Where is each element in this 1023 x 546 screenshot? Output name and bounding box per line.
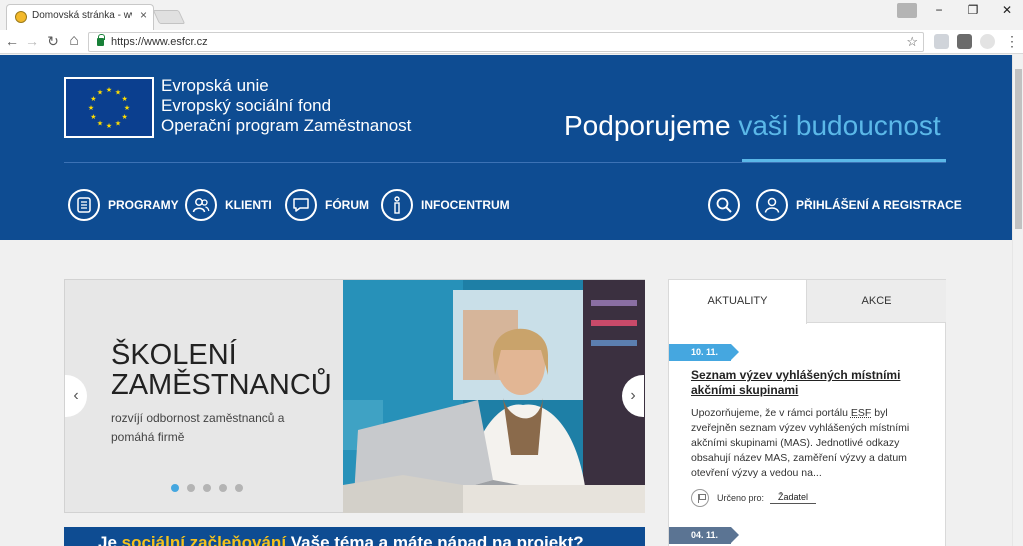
address-toolbar: ← → ↻ ⌂ https://www.esfcr.cz ☆ ⋮	[0, 30, 1023, 54]
nav-programy[interactable]: PROGRAMY	[68, 188, 179, 222]
news-body-part: Upozorňujeme, že v rámci portálu	[691, 407, 851, 419]
restore-button[interactable]: ❐	[960, 2, 986, 18]
extension-briefcase-icon[interactable]	[957, 34, 972, 49]
slide-title-line-1: ŠKOLENÍ	[111, 339, 237, 371]
audience-tag: Určeno pro: Žadatel	[691, 489, 817, 507]
browser-tab-bar: Domovská stránka - www × − ❐ ✕	[0, 0, 1023, 30]
slider-dot[interactable]	[171, 484, 179, 492]
eu-star-icon: ★	[88, 104, 94, 112]
eu-star-icon: ★	[90, 95, 96, 103]
promo-banner[interactable]: Je sociální začleňování Vaše téma a máte…	[64, 527, 645, 546]
eu-line-3: Operační program Zaměstnanost	[161, 116, 412, 135]
chat-bubble-icon	[285, 189, 317, 221]
news-body: Upozorňujeme, že v rámci portálu ESF byl…	[691, 406, 931, 481]
news-date-badge: 10. 11.	[669, 344, 739, 361]
profile-icon[interactable]	[897, 3, 917, 18]
header-divider	[64, 162, 946, 163]
browser-tab[interactable]: Domovská stránka - www ×	[6, 4, 154, 30]
browser-menu-icon[interactable]: ⋮	[1004, 33, 1020, 49]
login-registration-link[interactable]: PŘIHLÁŠENÍ A REGISTRACE	[756, 188, 962, 222]
slider-dot[interactable]	[235, 484, 243, 492]
scrollbar-thumb[interactable]	[1015, 69, 1022, 229]
slider-dots	[171, 484, 243, 492]
reload-icon[interactable]: ↻	[45, 33, 61, 49]
slider-prev-button[interactable]: ‹	[65, 375, 87, 417]
slogan: Podporujeme vaši budoucnost	[564, 110, 941, 142]
login-label: PŘIHLÁŠENÍ A REGISTRACE	[796, 198, 962, 212]
nav-klienti[interactable]: KLIENTI	[185, 188, 272, 222]
eu-flag-logo[interactable]: ★ ★ ★ ★ ★ ★ ★ ★ ★ ★ ★ ★	[64, 77, 154, 138]
hero-slider: ŠKOLENÍ ZAMĚSTNANCŮ rozvíjí odbornost za…	[64, 279, 645, 513]
page-scrollbar[interactable]	[1012, 55, 1023, 546]
url-text[interactable]: https://www.esfcr.cz	[111, 36, 208, 48]
document-list-icon	[68, 189, 100, 221]
esf-abbr[interactable]: ESF	[851, 407, 871, 419]
web-page: ★ ★ ★ ★ ★ ★ ★ ★ ★ ★ ★ ★ Evropská unie Evropský soci…	[0, 55, 1012, 546]
audience-label: Určeno pro:	[717, 493, 765, 503]
nav-infocentrum[interactable]: INFOCENTRUM	[381, 188, 510, 222]
slide-photo[interactable]	[343, 280, 645, 513]
banner-highlight: sociální začleňování	[121, 533, 287, 546]
slogan-part: Podporujeme	[564, 110, 739, 141]
eu-star-icon: ★	[90, 113, 96, 121]
slide-title[interactable]: ŠKOLENÍ ZAMĚSTNANCŮ	[111, 340, 332, 400]
news-title-link[interactable]: Seznam výzev vyhlášených místními akčním…	[691, 368, 927, 398]
extension-circle-icon[interactable]	[980, 34, 995, 49]
eu-logo-text[interactable]: Evropská unie Evropský sociální fond Ope…	[161, 76, 411, 136]
news-date-badge: 04. 11.	[669, 527, 739, 544]
eu-star-icon: ★	[121, 95, 127, 103]
eu-star-icon: ★	[124, 104, 130, 112]
woman-at-laptop-photo	[343, 280, 645, 513]
close-window-button[interactable]: ✕	[994, 2, 1020, 18]
favicon-icon	[15, 11, 27, 23]
eu-star-icon: ★	[97, 120, 103, 128]
info-icon	[381, 189, 413, 221]
slogan-highlight: vaši budoucnost	[738, 110, 941, 141]
search-icon	[708, 189, 740, 221]
eu-star-icon: ★	[106, 122, 112, 130]
nav-label: INFOCENTRUM	[421, 198, 510, 212]
tab-akce[interactable]: AKCE	[807, 280, 946, 323]
tab-title: Domovská stránka - www	[32, 10, 132, 21]
eu-star-icon: ★	[115, 120, 121, 128]
slider-dot[interactable]	[203, 484, 211, 492]
eu-star-icon: ★	[121, 113, 127, 121]
tab-aktuality[interactable]: AKTUALITY	[669, 280, 807, 324]
nav-label: FÓRUM	[325, 198, 369, 212]
slide-subtitle: rozvíjí odbornost zaměstnanců a pomáhá f…	[111, 411, 285, 444]
url-bar[interactable]: https://www.esfcr.cz ☆	[88, 32, 924, 52]
flag-icon	[691, 489, 709, 507]
banner-prefix: Je	[98, 533, 122, 546]
slider-dot[interactable]	[219, 484, 227, 492]
user-icon	[756, 189, 788, 221]
eu-line-1: Evropská unie	[161, 76, 269, 95]
nav-forum[interactable]: FÓRUM	[285, 188, 369, 222]
nav-label: KLIENTI	[225, 198, 272, 212]
lock-icon	[97, 34, 105, 46]
eu-stars-icon: ★ ★★★★★★★★★★★	[88, 86, 130, 130]
minimize-button[interactable]: −	[926, 2, 952, 18]
extension-translate-icon[interactable]	[934, 34, 949, 49]
eu-star-icon: ★	[97, 88, 103, 96]
tab-close-icon[interactable]: ×	[140, 8, 147, 22]
site-header: ★ ★ ★ ★ ★ ★ ★ ★ ★ ★ ★ ★ Evropská unie Evropský soci…	[0, 55, 1012, 240]
audience-value-link[interactable]: Žadatel	[770, 492, 817, 504]
nav-label: PROGRAMY	[108, 198, 179, 212]
banner-suffix: Vaše téma a máte nápad na projekt?	[286, 533, 584, 546]
users-icon	[185, 189, 217, 221]
new-tab-button[interactable]	[152, 10, 186, 24]
home-icon[interactable]: ⌂	[66, 33, 82, 49]
back-icon[interactable]: ←	[4, 33, 20, 49]
eu-star-icon: ★	[106, 86, 112, 94]
news-panel: AKTUALITY AKCE 10. 11. Seznam výzev vyhl…	[668, 279, 946, 546]
eu-star-icon: ★	[115, 88, 121, 96]
bookmark-star-icon[interactable]: ☆	[906, 34, 918, 50]
slide-title-line-2: ZAMĚSTNANCŮ	[111, 369, 332, 401]
slider-dot[interactable]	[187, 484, 195, 492]
eu-line-2: Evropský sociální fond	[161, 96, 332, 115]
forward-icon[interactable]: →	[24, 33, 40, 49]
search-button[interactable]	[708, 188, 740, 222]
